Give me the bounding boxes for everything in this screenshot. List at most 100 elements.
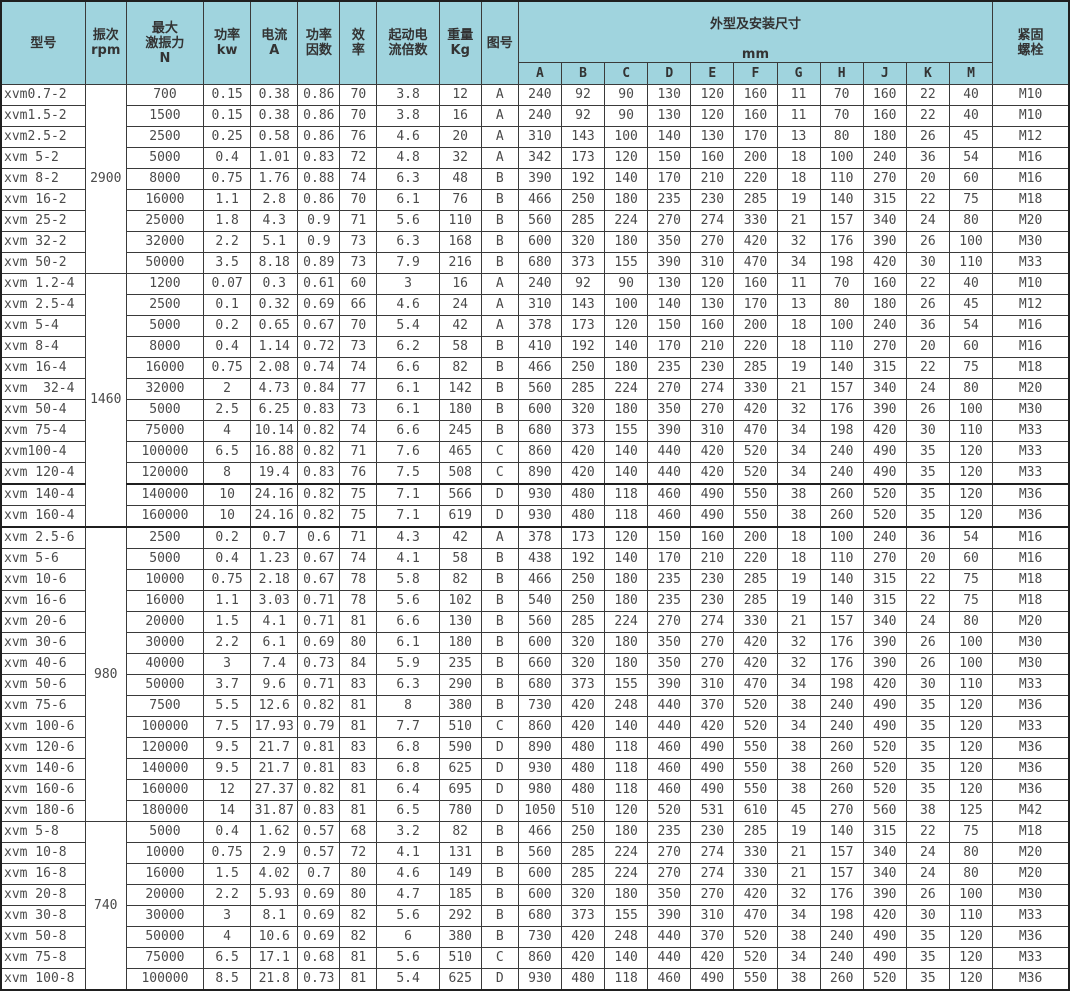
force-cell: 160000 — [126, 506, 203, 528]
bolt-cell: M36 — [993, 780, 1069, 801]
dim-A-cell: 930 — [518, 759, 561, 780]
weight-cell: 149 — [439, 864, 481, 885]
dim-J-cell: 270 — [863, 169, 906, 190]
bolt-cell: M36 — [993, 759, 1069, 780]
start-current-cell: 6.3 — [377, 169, 439, 190]
figure-cell: A — [481, 85, 518, 106]
bolt-cell: M20 — [993, 843, 1069, 864]
dim-C-cell: 180 — [605, 822, 648, 843]
dim-D-cell: 270 — [648, 864, 691, 885]
power-cell: 2.2 — [204, 633, 251, 654]
bolt-cell: M36 — [993, 927, 1069, 948]
dim-K-cell: 26 — [906, 633, 949, 654]
dim-M-cell: 60 — [949, 549, 992, 570]
dim-C-cell: 180 — [605, 654, 648, 675]
dim-H-cell: 240 — [820, 948, 863, 969]
dim-H-cell: 240 — [820, 696, 863, 717]
dim-D-cell: 390 — [648, 421, 691, 442]
dim-D-cell: 270 — [648, 379, 691, 400]
dim-B-cell: 173 — [561, 316, 604, 337]
dim-H-cell: 176 — [820, 654, 863, 675]
current-cell: 1.14 — [251, 337, 298, 358]
dim-E-cell: 210 — [691, 549, 734, 570]
bolt-cell: M20 — [993, 379, 1069, 400]
model-cell: xvm 8-2 — [1, 169, 85, 190]
dim-C-cell: 180 — [605, 591, 648, 612]
dim-F-cell: 520 — [734, 717, 777, 738]
dim-E-cell: 230 — [691, 591, 734, 612]
dim-B-cell: 285 — [561, 864, 604, 885]
dim-D-cell: 235 — [648, 822, 691, 843]
dim-G-cell: 13 — [777, 127, 820, 148]
power-factor-cell: 0.82 — [298, 421, 340, 442]
model-cell: xvm 50-2 — [1, 253, 85, 274]
dim-C-cell: 140 — [605, 169, 648, 190]
dim-F-cell: 160 — [734, 85, 777, 106]
current-cell: 31.87 — [251, 801, 298, 822]
weight-cell: 16 — [439, 106, 481, 127]
current-cell: 4.3 — [251, 211, 298, 232]
dim-K-cell: 22 — [906, 591, 949, 612]
dim-B-cell: 420 — [561, 463, 604, 485]
dim-B-cell: 250 — [561, 358, 604, 379]
dim-B-cell: 250 — [561, 591, 604, 612]
dim-C-cell: 224 — [605, 612, 648, 633]
dim-K-cell: 24 — [906, 612, 949, 633]
dim-K-cell: 30 — [906, 906, 949, 927]
power-cell: 2.2 — [204, 232, 251, 253]
figure-cell: A — [481, 127, 518, 148]
dim-F-cell: 160 — [734, 106, 777, 127]
weight-cell: 619 — [439, 506, 481, 528]
efficiency-cell: 82 — [340, 906, 377, 927]
dim-F-cell: 200 — [734, 316, 777, 337]
start-current-cell: 3.8 — [377, 106, 439, 127]
power-cell: 9.5 — [204, 759, 251, 780]
dim-B-cell: 420 — [561, 948, 604, 969]
table-row: xvm2.5-225000.250.580.86764.620A31014310… — [1, 127, 1069, 148]
weight-cell: 590 — [439, 738, 481, 759]
dim-K-cell: 35 — [906, 948, 949, 969]
dim-H-cell: 240 — [820, 442, 863, 463]
dim-G-cell: 38 — [777, 759, 820, 780]
dim-B-cell: 373 — [561, 253, 604, 274]
start-current-cell: 6.4 — [377, 780, 439, 801]
dim-J-cell: 240 — [863, 148, 906, 169]
dim-G-cell: 38 — [777, 927, 820, 948]
figure-cell: B — [481, 885, 518, 906]
dim-F-cell: 330 — [734, 612, 777, 633]
weight-cell: 695 — [439, 780, 481, 801]
header-power: 功率 kw — [204, 1, 251, 85]
dim-A-cell: 930 — [518, 506, 561, 528]
bolt-cell: M36 — [993, 484, 1069, 506]
dim-F-cell: 420 — [734, 232, 777, 253]
dim-G-cell: 18 — [777, 316, 820, 337]
bolt-cell: M36 — [993, 696, 1069, 717]
efficiency-cell: 74 — [340, 421, 377, 442]
power-factor-cell: 0.69 — [298, 885, 340, 906]
dim-G-cell: 32 — [777, 232, 820, 253]
dim-F-cell: 550 — [734, 759, 777, 780]
start-current-cell: 3.2 — [377, 822, 439, 843]
figure-cell: B — [481, 337, 518, 358]
dim-M-cell: 100 — [949, 232, 992, 253]
bolt-cell: M33 — [993, 463, 1069, 485]
dim-K-cell: 26 — [906, 295, 949, 316]
dim-G-cell: 34 — [777, 463, 820, 485]
dim-C-cell: 180 — [605, 400, 648, 421]
model-cell: xvm2.5-2 — [1, 127, 85, 148]
figure-cell: A — [481, 148, 518, 169]
model-cell: xvm 25-2 — [1, 211, 85, 232]
dim-A-cell: 680 — [518, 421, 561, 442]
dim-C-cell: 224 — [605, 211, 648, 232]
dim-G-cell: 13 — [777, 295, 820, 316]
dim-M-cell: 110 — [949, 906, 992, 927]
weight-cell: 510 — [439, 948, 481, 969]
dim-H-cell: 80 — [820, 295, 863, 316]
dim-J-cell: 315 — [863, 591, 906, 612]
weight-cell: 465 — [439, 442, 481, 463]
dim-H-cell: 240 — [820, 927, 863, 948]
dim-H-cell: 198 — [820, 421, 863, 442]
dim-A-cell: 310 — [518, 127, 561, 148]
start-current-cell: 4.8 — [377, 148, 439, 169]
force-cell: 50000 — [126, 927, 203, 948]
